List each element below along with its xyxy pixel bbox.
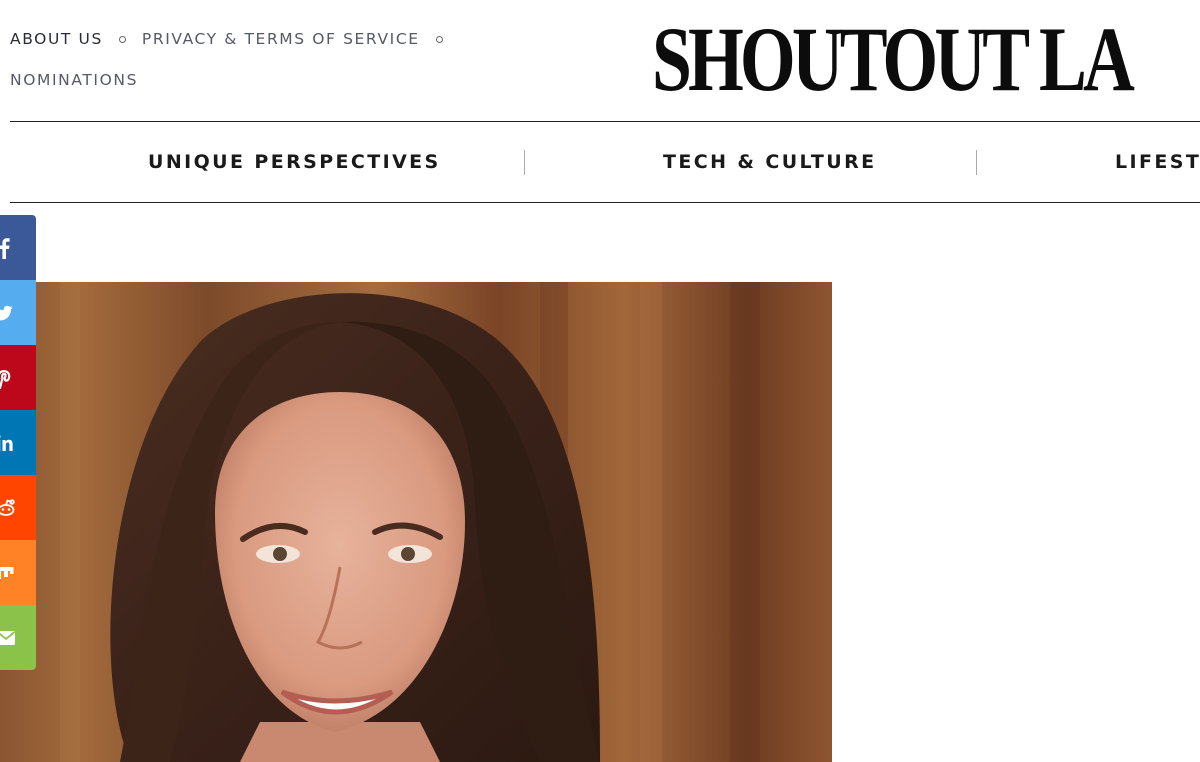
top-utility-menu: ABOUT US PRIVACY & TERMS OF SERVICE NOMI… bbox=[10, 26, 470, 93]
nominations-link[interactable]: NOMINATIONS bbox=[10, 71, 138, 89]
email-share-button[interactable] bbox=[0, 605, 36, 670]
email-icon bbox=[0, 630, 16, 645]
linkedin-icon bbox=[0, 434, 13, 451]
nav-item-lifestyle[interactable]: LIFESTYLE bbox=[1115, 122, 1200, 202]
portrait-illustration bbox=[60, 282, 760, 762]
mix-share-button[interactable] bbox=[0, 540, 36, 605]
top-utility-row-1: ABOUT US PRIVACY & TERMS OF SERVICE bbox=[10, 26, 470, 52]
nav-item-tech-culture[interactable]: TECH & CULTURE bbox=[663, 122, 877, 202]
page: ABOUT US PRIVACY & TERMS OF SERVICE NOMI… bbox=[0, 0, 1200, 762]
privacy-terms-link[interactable]: PRIVACY & TERMS OF SERVICE bbox=[142, 30, 420, 48]
reddit-share-button[interactable] bbox=[0, 475, 36, 540]
mix-icon bbox=[0, 566, 14, 579]
top-utility-row-2: NOMINATIONS bbox=[10, 67, 470, 93]
article-hero-image bbox=[0, 282, 832, 762]
twitter-icon bbox=[0, 305, 13, 320]
site-logo[interactable]: SHOUTOUT LA bbox=[652, 13, 1135, 105]
about-us-link[interactable]: ABOUT US bbox=[10, 30, 103, 48]
nav-divider bbox=[524, 150, 525, 175]
nav-item-unique-perspectives[interactable]: UNIQUE PERSPECTIVES bbox=[148, 122, 441, 202]
nav-divider bbox=[976, 150, 977, 175]
twitter-share-button[interactable] bbox=[0, 280, 36, 345]
pinterest-share-button[interactable] bbox=[0, 345, 36, 410]
linkedin-share-button[interactable] bbox=[0, 410, 36, 475]
separator-dot-icon bbox=[435, 35, 443, 43]
nav-bottom-divider bbox=[10, 202, 1200, 203]
pinterest-icon bbox=[0, 369, 11, 389]
separator-dot-icon bbox=[118, 35, 126, 43]
facebook-share-button[interactable] bbox=[0, 215, 36, 280]
facebook-icon bbox=[0, 237, 10, 259]
main-nav: UNIQUE PERSPECTIVES TECH & CULTURE LIFES… bbox=[10, 122, 1200, 202]
reddit-icon bbox=[0, 498, 15, 516]
social-share-sidebar bbox=[0, 215, 36, 670]
